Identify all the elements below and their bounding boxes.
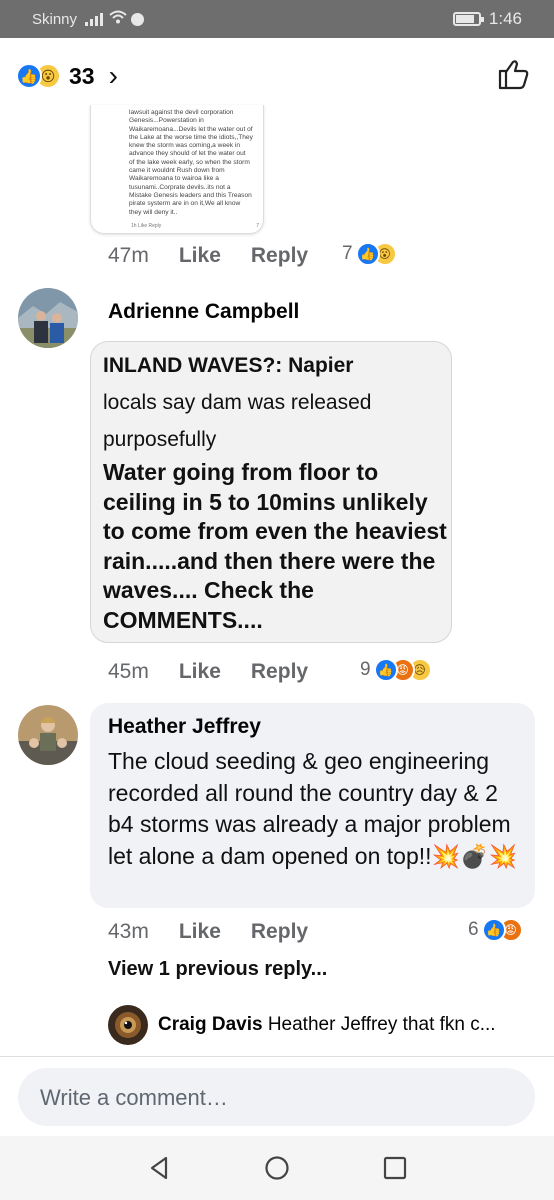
image-body-text: Water going from floor to ceiling in 5 t… bbox=[103, 459, 447, 633]
status-bar: Skinny 1:46 bbox=[0, 0, 554, 38]
embedded-comment-line: lawsuit against the devil corporation bbox=[129, 109, 234, 116]
embedded-comment-line: Waikaremoana...Devils let the water out … bbox=[129, 125, 253, 133]
embedded-comment-line: knew the storm was coming,a week in bbox=[129, 142, 241, 150]
embedded-comment-line: advance they should of let the water out bbox=[129, 150, 246, 158]
like-button[interactable]: Like bbox=[179, 920, 221, 944]
reply-text: Craig Davis Heather Jeffrey that fkn c..… bbox=[158, 1014, 538, 1036]
embedded-comment-line: the Lake at the worse time the idiots,,T… bbox=[129, 133, 253, 141]
comment-text: The cloud seeding & geo engineering reco… bbox=[108, 748, 518, 869]
reaction-count: 9 bbox=[360, 659, 371, 680]
comment-reactions[interactable]: 7 👍 😮 bbox=[342, 242, 397, 266]
embedded-comment-line: of the lake week early, so when the stor… bbox=[129, 158, 250, 166]
back-icon[interactable] bbox=[146, 1154, 174, 1182]
comment-actions: 43m Like Reply bbox=[108, 920, 308, 944]
chevron-right-icon: › bbox=[108, 60, 118, 91]
comment-time: 47m bbox=[108, 244, 149, 267]
avatar[interactable] bbox=[18, 705, 78, 765]
avatar[interactable] bbox=[108, 1005, 148, 1045]
embedded-comment-count: 7 bbox=[256, 223, 259, 229]
carrier-name: Skinny bbox=[32, 10, 78, 28]
embedded-comment-image[interactable]: lawsuit against the devil corporation Gen… bbox=[90, 105, 264, 234]
avatar[interactable] bbox=[18, 288, 78, 348]
reactions-header: 👍 😮 33 › bbox=[0, 38, 554, 110]
comment-time: 45m bbox=[108, 660, 149, 683]
comment-actions: 45m Like Reply bbox=[108, 660, 308, 684]
reply-button[interactable]: Reply bbox=[251, 244, 308, 268]
reaction-count: 6 bbox=[468, 919, 479, 940]
system-nav-bar bbox=[0, 1136, 554, 1200]
comment-reactions[interactable]: 6 👍 😡 bbox=[468, 918, 523, 942]
embedded-comment-line: pirate systerm are in on it,We all know bbox=[129, 200, 241, 208]
embedded-comment-line: Genesis...Powerstation in bbox=[129, 117, 204, 125]
comment-reactions[interactable]: 9 👍 😡 😥 bbox=[360, 658, 432, 682]
battery-icon bbox=[452, 12, 484, 26]
reply-content: Heather Jeffrey that fkn c... bbox=[267, 1014, 496, 1035]
reaction-count: 7 bbox=[342, 243, 353, 264]
embedded-comment-line: came it wouldnt Rush down from bbox=[129, 167, 225, 175]
reply-preview[interactable]: Craig Davis Heather Jeffrey that fkn c..… bbox=[108, 1004, 538, 1046]
view-previous-replies-link[interactable]: View 1 previous reply... bbox=[108, 958, 327, 981]
comment-author[interactable]: Adrienne Campbell bbox=[108, 300, 299, 324]
like-reaction-icon: 👍 bbox=[16, 63, 42, 89]
comment-actions: 47m Like Reply bbox=[108, 244, 308, 268]
comment-author[interactable]: Heather Jeffrey bbox=[108, 715, 261, 739]
wifi-icon bbox=[109, 10, 127, 28]
comment-input[interactable] bbox=[38, 1068, 512, 1128]
comment-image[interactable]: INLAND WAVES?: Napier locals say dam was… bbox=[90, 341, 452, 643]
reactions-summary[interactable]: 👍 😮 33 › bbox=[16, 60, 118, 92]
image-headline: INLAND WAVES?: Napier bbox=[103, 354, 354, 377]
embedded-comment-line: they will deny it.. bbox=[129, 208, 178, 216]
like-button[interactable]: Like bbox=[179, 244, 221, 268]
comment-composer[interactable] bbox=[18, 1068, 535, 1128]
home-icon[interactable] bbox=[263, 1154, 291, 1182]
divider bbox=[0, 1056, 554, 1057]
reaction-count: 33 bbox=[69, 62, 95, 89]
thumbs-up-outline-icon[interactable] bbox=[496, 56, 532, 92]
signal-icon bbox=[85, 12, 104, 26]
embedded-comment-text: lawsuit against the devil corporation Gen… bbox=[129, 109, 253, 217]
reply-author[interactable]: Craig Davis bbox=[158, 1014, 263, 1035]
recents-icon[interactable] bbox=[381, 1154, 409, 1182]
image-line: purposefully bbox=[103, 428, 217, 451]
like-reaction-icon: 👍 bbox=[481, 918, 506, 942]
comment-time: 43m bbox=[108, 920, 149, 943]
like-reaction-icon: 👍 bbox=[355, 242, 380, 266]
like-button[interactable]: Like bbox=[179, 660, 221, 684]
embedded-comment-line: Mistake Genesis leaders and this Treason bbox=[129, 191, 252, 199]
embedded-comment-line: Waikaremoana to wairoa like a bbox=[129, 175, 219, 183]
image-line: locals say dam was released bbox=[103, 391, 372, 414]
reply-button[interactable]: Reply bbox=[251, 920, 308, 944]
embedded-comment-meta: 1h Like Reply bbox=[131, 223, 162, 229]
reply-button[interactable]: Reply bbox=[251, 660, 308, 684]
embedded-comment-line: tusunami..Corprate devils..its not a bbox=[129, 183, 231, 191]
like-reaction-icon: 👍 bbox=[373, 658, 398, 682]
messenger-icon bbox=[131, 12, 145, 26]
clock: 1:46 bbox=[488, 9, 522, 28]
